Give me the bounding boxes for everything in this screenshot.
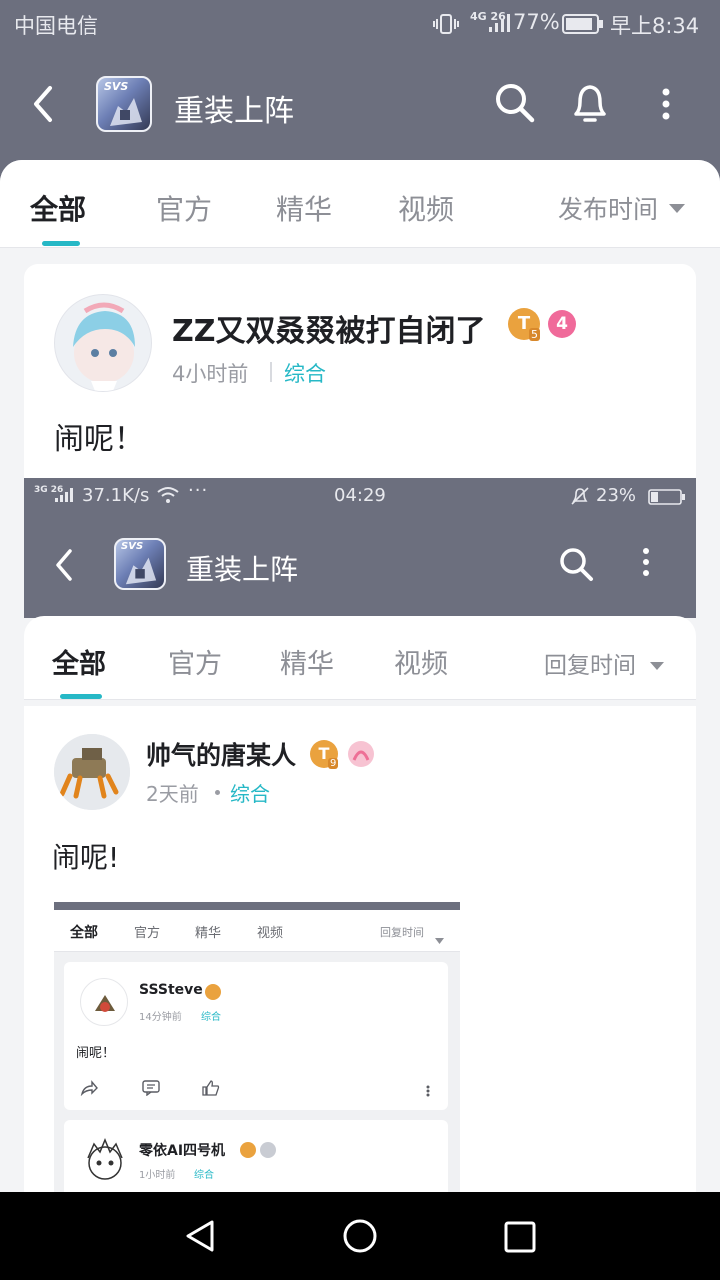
embedded-post-author: 帅气的唐某人 <box>146 741 297 770</box>
post-content: 闹呢！ <box>54 422 144 457</box>
back-arrow-icon[interactable] <box>28 84 58 128</box>
page-title: 重装上阵 <box>174 94 294 129</box>
post-author-name[interactable]: ZZ又双叒叕被打自闭了 <box>172 306 486 350</box>
post-image[interactable]: 3G 26 37.1K/s ··· 04:29 23% SVS 重装上阵 全部 … <box>24 478 696 1192</box>
tab-featured[interactable]: 精华 <box>276 188 332 228</box>
embedded-status-bar: 3G 26 37.1K/s ··· 04:29 23% <box>24 478 696 514</box>
main-content: 全部 官方 精华 视频 发布时间 ZZ又双叒叕被打自闭了 T 5 4 4小时前 … <box>0 160 720 1192</box>
embedded-post-time: 2天前 <box>146 782 199 806</box>
app-icon: SVS <box>96 76 152 132</box>
nested-post-category: 综合 <box>201 1012 221 1023</box>
battery-icon <box>562 13 604 40</box>
nested-post-card-2: 零依AI四号机 1小时前 综合 <box>64 1120 448 1192</box>
embedded-meta-dot <box>215 790 220 795</box>
battery-percent: 77% <box>513 10 560 34</box>
embedded-app-icon-text: SVS <box>121 541 144 552</box>
embedded-clock: 04:29 <box>334 485 386 506</box>
embedded-tab-official: 官方 <box>168 649 222 680</box>
nested-avatar-2 <box>80 1136 130 1186</box>
nested-post-author-2: 零依AI四号机 <box>139 1143 226 1159</box>
nested-post-author: SSSteve <box>139 982 203 998</box>
app-bar: SVS 重装上阵 <box>0 48 720 160</box>
embedded-tab-bar: 全部 官方 精华 视频 回复时间 <box>24 616 696 700</box>
embedded-tier-level: 9 <box>328 758 339 769</box>
nested-tab-all: 全部 <box>70 925 98 941</box>
embedded-pink-badge-icon <box>346 740 376 772</box>
nested-share-icon <box>80 1080 98 1100</box>
embedded-more-dots-icon: ··· <box>188 480 209 501</box>
embedded-tab-featured: 精华 <box>280 649 334 680</box>
embedded-page-title: 重装上阵 <box>186 553 299 586</box>
embedded-chevron-down-icon <box>649 656 665 675</box>
post-category[interactable]: 综合 <box>284 358 326 388</box>
embedded-post-content: 闹呢! <box>52 841 120 874</box>
tab-video[interactable]: 视频 <box>398 188 454 228</box>
nested-post-time-2: 1小时前 <box>139 1170 176 1181</box>
chevron-down-icon <box>668 200 686 219</box>
nested-chevron-down-icon <box>435 929 444 948</box>
signal-icon <box>488 13 512 38</box>
nested-more-icon <box>426 1082 430 1101</box>
nested-post-time: 14分钟前 <box>139 1012 182 1023</box>
nested-tab-official: 官方 <box>134 926 161 941</box>
sort-dropdown[interactable]: 发布时间 <box>558 190 658 226</box>
embedded-app-bar: SVS 重装上阵 <box>24 514 696 618</box>
search-icon[interactable] <box>494 82 536 128</box>
embedded-avatar <box>54 734 130 810</box>
embedded-more-menu-icon <box>641 548 651 580</box>
post-time: 4小时前 <box>172 362 249 386</box>
post-card[interactable]: ZZ又双叒叕被打自闭了 T 5 4 4小时前 综合 闹呢！ 3G 26 37.1… <box>24 264 696 1192</box>
carrier-label: 中国电信 <box>14 14 98 38</box>
nav-recents-icon[interactable] <box>503 1220 537 1258</box>
system-nav-bar <box>0 1192 720 1280</box>
meta-divider <box>270 362 272 382</box>
level-badge: 4 <box>548 310 576 338</box>
nested-tab-bar: 全部 官方 精华 视频 回复时间 <box>54 910 460 952</box>
nested-tier-badge-icon-2 <box>240 1142 256 1158</box>
clock: 早上8:34 <box>610 14 700 38</box>
tab-official[interactable]: 官方 <box>156 188 212 228</box>
tier-level: 5 <box>529 328 540 341</box>
embedded-app-icon: SVS <box>114 538 166 590</box>
embedded-tab-video: 视频 <box>394 649 448 680</box>
embedded-wifi-icon <box>156 486 180 509</box>
nav-back-icon[interactable] <box>182 1218 218 1258</box>
nested-robot-badge-icon <box>260 1142 276 1158</box>
tab-all[interactable]: 全部 <box>30 188 86 228</box>
nested-sort-dropdown: 回复时间 <box>380 926 424 939</box>
embedded-sheet: 全部 官方 精华 视频 回复时间 帅气的唐某人 T 9 2天前 综合 闹呢! 全… <box>24 616 696 1192</box>
embedded-bell-off-icon <box>570 486 590 511</box>
avatar[interactable] <box>54 294 152 392</box>
nested-post-card: SSSteve 14分钟前 综合 闹呢！ <box>64 962 448 1110</box>
nested-post-image: 全部 官方 精华 视频 回复时间 SSSteve 14分钟前 综合 闹呢！ 零依… <box>54 902 460 1192</box>
embedded-signal-icon <box>54 487 74 508</box>
nested-like-icon <box>202 1080 220 1100</box>
embedded-divider <box>24 700 696 706</box>
nested-tab-featured: 精华 <box>195 926 222 941</box>
bell-icon[interactable] <box>570 80 610 130</box>
vibrate-icon <box>432 12 460 41</box>
embedded-active-tab-indicator <box>60 694 102 699</box>
embedded-back-arrow-icon <box>52 548 76 586</box>
nested-post-category-2: 综合 <box>194 1170 214 1181</box>
embedded-battery-percent: 23% <box>596 485 637 506</box>
active-tab-indicator <box>42 241 80 246</box>
nested-post-content: 闹呢！ <box>76 1046 116 1061</box>
tab-bar: 全部 官方 精华 视频 发布时间 <box>0 160 720 248</box>
nav-home-icon[interactable] <box>342 1218 378 1258</box>
nested-tab-video: 视频 <box>257 926 284 941</box>
embedded-battery-icon <box>648 488 686 511</box>
nested-avatar <box>80 978 128 1026</box>
nested-tier-badge-icon <box>205 984 221 1000</box>
embedded-search-icon <box>558 546 594 586</box>
more-menu-icon[interactable] <box>660 88 672 124</box>
nested-comment-icon <box>142 1080 160 1100</box>
embedded-net-speed: 37.1K/s <box>82 485 150 506</box>
status-bar: 中国电信 4G 26 77% 早上8:34 <box>0 0 720 48</box>
embedded-post-category: 综合 <box>230 782 270 806</box>
embedded-tab-all: 全部 <box>52 649 106 680</box>
embedded-sort-dropdown: 回复时间 <box>544 653 636 679</box>
